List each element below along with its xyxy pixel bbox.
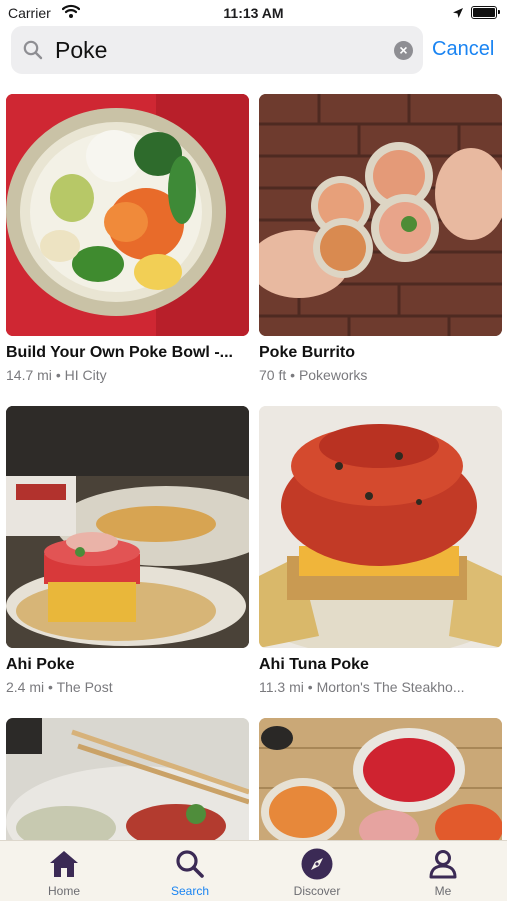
clear-search-icon[interactable]: × [394,41,413,60]
search-row: × Cancel [0,26,507,76]
tab-label: Me [434,884,452,898]
result-distance: 70 ft [259,367,287,383]
poke-platter-photo [259,718,502,840]
tab-label: Home [47,884,80,898]
home-icon [16,847,112,881]
tab-me[interactable]: Me [395,847,491,898]
result-card[interactable]: Build Your Own Poke Bowl -... 14.7 mi • … [6,94,249,383]
tab-discover[interactable]: Discover [269,847,365,898]
result-distance: 14.7 mi [6,367,52,383]
result-meta: 2.4 mi • The Post [6,679,249,695]
tab-bar: Home Search Discover Me [0,840,507,901]
meta-separator: • [307,679,313,695]
poke-bowl-photo [6,94,249,336]
poke-bowl-chopsticks-photo [6,718,249,840]
ahi-tuna-poke-photo [259,406,502,648]
tab-search[interactable]: Search [142,847,238,898]
person-icon [395,847,491,881]
magnifier-icon [23,40,43,65]
result-meta: 14.7 mi • HI City [6,367,249,383]
result-title: Ahi Poke [6,656,75,673]
result-card[interactable] [6,718,249,840]
tab-label: Search [170,884,210,898]
result-place: Pokeworks [298,367,368,383]
result-card[interactable] [259,718,502,840]
result-place: The Post [56,679,113,695]
search-icon [142,847,238,881]
poke-burrito-photo [259,94,502,336]
meta-separator: • [290,367,296,383]
result-meta: 70 ft • Pokeworks [259,367,502,383]
result-meta: 11.3 mi • Morton's The Steakho... [259,679,502,695]
result-card[interactable]: Poke Burrito 70 ft • Pokeworks [259,94,502,383]
tab-home[interactable]: Home [16,847,112,898]
clock: 11:13 AM [223,5,284,21]
result-distance: 11.3 mi [259,679,304,695]
result-card[interactable]: Ahi Tuna Poke 11.3 mi • Morton's The Ste… [259,406,502,695]
tab-label: Discover [293,884,341,898]
result-card[interactable]: Ahi Poke 2.4 mi • The Post [6,406,249,695]
result-title: Build Your Own Poke Bowl -... [6,344,233,361]
meta-separator: • [48,679,53,695]
location-arrow-icon [452,6,464,22]
battery-icon [471,6,500,19]
result-title: Ahi Tuna Poke [259,656,369,673]
meta-separator: • [55,367,61,383]
status-bar: Carrier 11:13 AM [0,0,507,26]
compass-icon [269,847,365,881]
result-title: Poke Burrito [259,344,356,361]
search-box[interactable]: × [11,26,423,74]
result-distance: 2.4 mi [6,679,45,695]
result-place: HI City [64,367,107,383]
cancel-button[interactable]: Cancel [432,38,494,61]
ahi-poke-photo [6,406,249,648]
search-input[interactable] [55,35,375,65]
result-place: Morton's The Steakho... [316,679,465,695]
